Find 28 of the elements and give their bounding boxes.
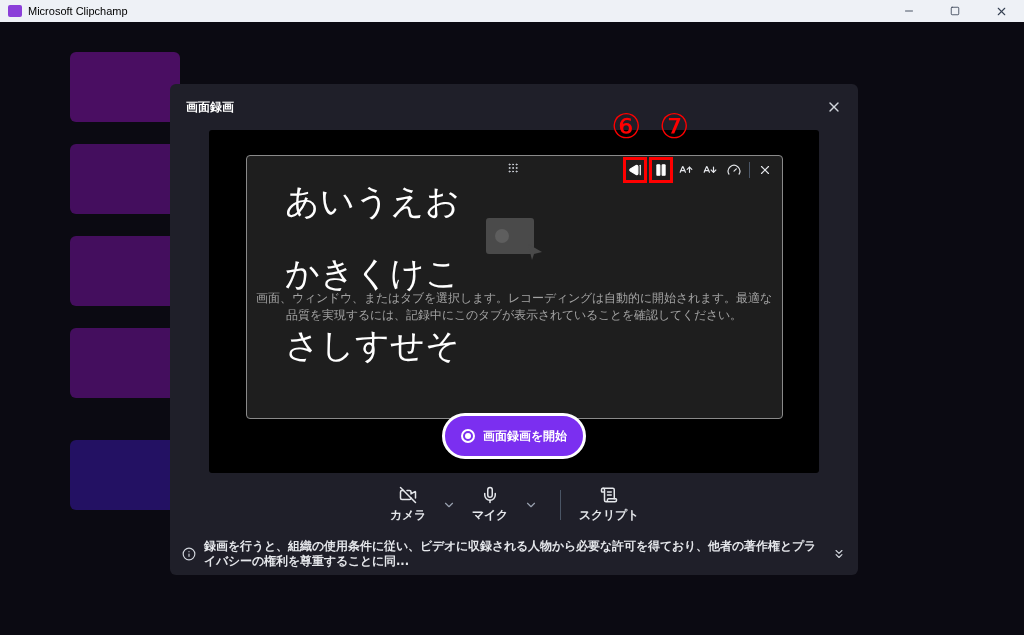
consent-notice: 録画を行うと、組織の使用条件に従い、ビデオに収録される人物から必要な許可を得ており、他者の著作権とプライバシーの権利を尊重することに同...	[204, 539, 817, 569]
gauge-icon	[727, 162, 741, 177]
record-icon	[461, 429, 475, 443]
drag-handle-icon[interactable]	[507, 162, 519, 174]
card-icon	[484, 216, 544, 260]
rewind-button[interactable]	[623, 156, 647, 183]
camera-off-icon	[398, 486, 417, 504]
double-chevron-icon	[832, 547, 846, 561]
info-icon	[182, 547, 196, 561]
mic-toggle[interactable]: マイク	[465, 486, 514, 524]
window-title: Microsoft Clipchamp	[28, 3, 128, 19]
skip-back-icon	[628, 162, 642, 177]
maximize-icon	[950, 6, 960, 16]
dialog-title: 画面録画	[186, 99, 234, 116]
document-icon	[599, 486, 618, 504]
expand-button[interactable]	[832, 547, 846, 561]
camera-toggle[interactable]: カメラ	[383, 486, 432, 524]
start-recording-button[interactable]: 画面録画を開始	[442, 413, 586, 459]
instruction-text: 画面、ウィンドウ、またはタブを選択します。レコーディングは自動的に開始されます。最適な品質を実現するには、記録中にこのタブが表示されていることを確認してください。	[255, 291, 773, 324]
annotation-number: ⑥	[611, 106, 642, 146]
script-line: かきくけこ	[285, 252, 460, 293]
annotation-number: ⑦	[659, 106, 690, 146]
pause-icon	[654, 162, 668, 177]
script-line: あいうえお	[285, 180, 460, 222]
script-toggle[interactable]: スクリプト	[572, 486, 645, 524]
pause-button[interactable]	[649, 156, 673, 183]
app-logo-icon	[8, 5, 22, 17]
script-line: さしすせそ	[285, 324, 460, 366]
